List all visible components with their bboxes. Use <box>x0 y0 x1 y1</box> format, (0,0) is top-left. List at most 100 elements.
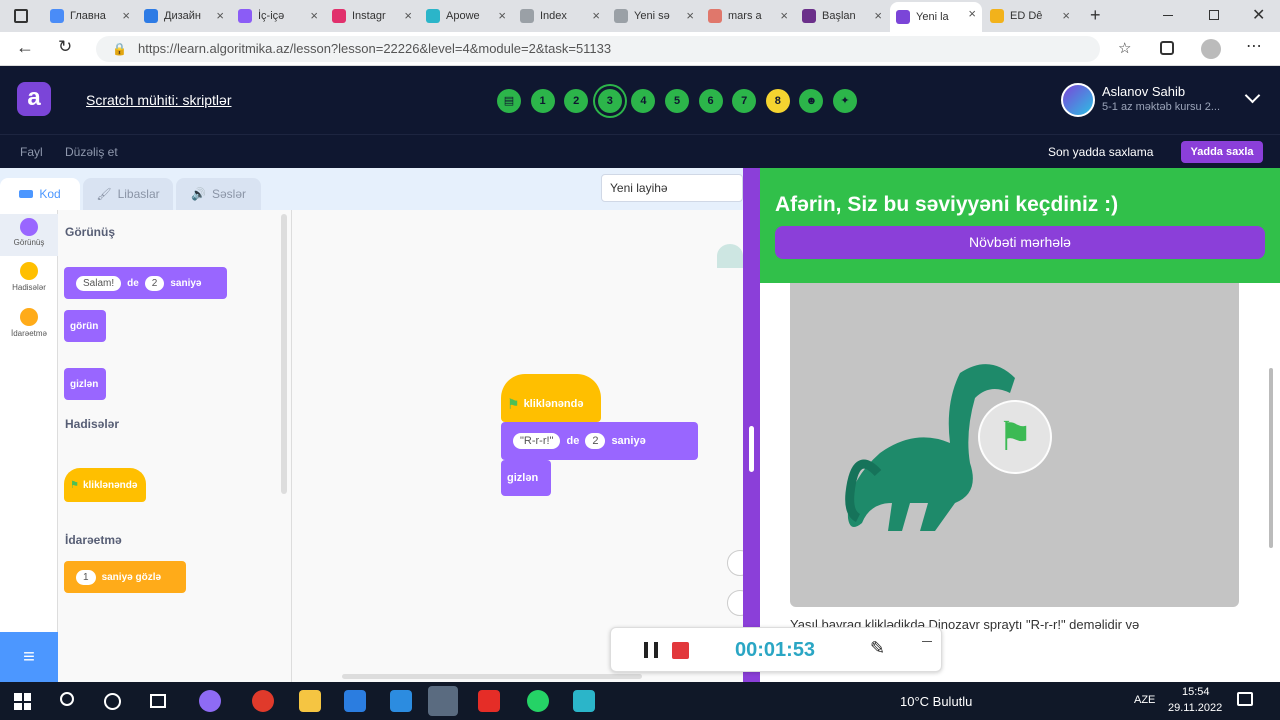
tab-code[interactable]: Kod <box>0 178 80 210</box>
collections-icon[interactable] <box>1160 41 1174 55</box>
user-avatar[interactable] <box>1061 83 1095 117</box>
menu-edit[interactable]: Düzəliş et <box>65 145 118 159</box>
palette-scrollbar[interactable] <box>281 214 287 494</box>
tab-close-icon[interactable]: × <box>686 8 694 23</box>
panel-divider[interactable] <box>743 168 760 682</box>
tab-close-icon[interactable]: × <box>592 8 600 23</box>
flag-clicked-block[interactable]: ⚑ kliklənəndə <box>64 468 146 502</box>
lesson-step-5[interactable]: 5 <box>665 89 689 113</box>
minimize-recorder-icon[interactable] <box>922 641 932 642</box>
tab-close-icon[interactable]: × <box>404 8 412 23</box>
browser-tab[interactable]: ED Dê × <box>984 4 1076 28</box>
lesson-step-1[interactable]: 1 <box>530 89 555 113</box>
browser-tab[interactable]: Başlan × <box>796 4 888 28</box>
user-app-icon[interactable] <box>428 686 458 716</box>
new-tab-icon[interactable]: + <box>1090 5 1101 26</box>
clock-time[interactable]: 15:54 <box>1182 686 1210 698</box>
tab-actions-icon[interactable] <box>14 9 28 23</box>
category-looks[interactable]: Görünüş <box>0 214 58 256</box>
browser-tab[interactable]: Yeni sə × <box>608 4 700 28</box>
file-explorer-icon[interactable] <box>299 690 321 712</box>
project-name-input[interactable]: Yeni layihə <box>601 174 743 202</box>
tab-close-icon[interactable]: × <box>216 8 224 23</box>
script-say-secs-input[interactable]: 2 <box>585 433 606 449</box>
mail-icon[interactable] <box>390 690 412 712</box>
script-flag-clicked-block[interactable]: ⚑ kliklənəndə <box>501 374 601 422</box>
say-secs-input[interactable]: 2 <box>144 275 165 291</box>
category-events[interactable]: Hadisələr <box>0 260 58 302</box>
alice-app-icon[interactable] <box>199 690 221 712</box>
tab-close-icon[interactable]: × <box>1062 8 1070 23</box>
apowersoft-icon[interactable] <box>573 690 595 712</box>
tab-close-icon[interactable]: × <box>122 8 130 23</box>
green-flag-button[interactable]: ⚑ <box>978 400 1052 474</box>
tab-close-icon[interactable]: × <box>874 8 882 23</box>
browser-tab[interactable]: Дизайн × <box>138 4 230 28</box>
youtube-icon[interactable] <box>478 690 500 712</box>
tab-close-icon[interactable]: × <box>968 6 976 21</box>
divider-handle[interactable] <box>749 426 754 472</box>
lesson-step-doc[interactable]: ▤ <box>497 89 521 113</box>
script-say-text-input[interactable]: "R-r-r!" <box>513 433 561 449</box>
pen-icon[interactable]: ✎ <box>870 638 885 659</box>
whatsapp-icon[interactable] <box>527 690 549 712</box>
browser-tab[interactable]: Instagr × <box>326 4 418 28</box>
next-stage-button[interactable]: Növbəti mərhələ <box>775 226 1265 259</box>
start-icon[interactable] <box>14 693 31 710</box>
browser-tab[interactable]: mars a × <box>702 4 794 28</box>
lesson-step-8[interactable]: 8 <box>765 89 790 113</box>
tab-close-icon[interactable]: × <box>498 8 506 23</box>
workspace-scrollbar[interactable] <box>342 674 642 679</box>
lesson-step-7[interactable]: 7 <box>732 89 757 113</box>
tab-sounds[interactable]: 🔊 Səslər <box>176 178 261 210</box>
language-indicator[interactable]: AZE <box>1134 694 1155 706</box>
browser-tab[interactable]: Yeni la × <box>890 2 982 32</box>
panel-scrollbar[interactable] <box>1269 368 1273 548</box>
back-icon[interactable]: ← <box>16 37 34 58</box>
wait-secs-input[interactable]: 1 <box>76 569 96 585</box>
show-block[interactable]: görün <box>64 310 106 342</box>
tab-costumes[interactable]: 🖌 Libaslar <box>83 178 173 210</box>
stop-icon[interactable] <box>672 642 689 659</box>
store-icon[interactable] <box>344 690 366 712</box>
browser-tab[interactable]: Index × <box>514 4 606 28</box>
menu-file[interactable]: Fayl <box>20 145 43 159</box>
clock-date[interactable]: 29.11.2022 <box>1168 702 1222 714</box>
browser-tab[interactable]: Главна × <box>44 4 136 28</box>
task-view-icon[interactable] <box>150 694 166 708</box>
weather-text[interactable]: 10°C Bulutlu <box>900 694 972 709</box>
script-hide-block[interactable]: gizlən <box>501 460 551 496</box>
restore-icon[interactable] <box>1209 10 1219 20</box>
lesson-step-grid[interactable]: ✦ <box>833 89 857 113</box>
tab-close-icon[interactable]: × <box>780 8 788 23</box>
say-text-input[interactable]: Salam! <box>76 275 122 291</box>
pause-icon[interactable] <box>644 642 658 658</box>
browser-tab[interactable]: İç-içə × <box>232 4 324 28</box>
lesson-step-2[interactable]: 2 <box>564 89 589 113</box>
cortana-icon[interactable] <box>104 693 121 710</box>
tab-close-icon[interactable]: × <box>310 8 318 23</box>
profile-icon[interactable] <box>1201 39 1221 59</box>
browser-tab[interactable]: Apowe × <box>420 4 512 28</box>
reload-icon[interactable]: ↻ <box>58 37 72 57</box>
lesson-step-3[interactable]: 3 <box>597 89 622 113</box>
wait-block[interactable]: 1 saniyə gözlə <box>64 561 186 593</box>
close-window-icon[interactable]: ✕ <box>1252 5 1265 25</box>
search-icon[interactable] <box>60 692 74 706</box>
lesson-step-6[interactable]: 6 <box>698 89 723 113</box>
chevron-down-icon[interactable] <box>1244 87 1261 104</box>
yandex-browser-icon[interactable] <box>252 690 274 712</box>
script-say-block[interactable]: "R-r-r!" de 2 saniyə <box>501 422 698 460</box>
lesson-title[interactable]: Scratch mühiti: skriptlər <box>86 92 231 108</box>
more-icon[interactable]: ⋯ <box>1246 36 1262 56</box>
favorites-icon[interactable]: ☆ <box>1118 39 1131 57</box>
say-for-secs-block[interactable]: Salam! de 2 saniyə <box>64 267 227 299</box>
add-extension-button[interactable]: ≡ <box>0 632 58 682</box>
save-button[interactable]: Yadda saxla <box>1181 141 1263 163</box>
minimize-icon[interactable] <box>1163 15 1173 16</box>
url-field[interactable]: 🔒 https://learn.algoritmika.az/lesson?le… <box>96 36 1100 62</box>
logo[interactable]: a <box>17 82 51 116</box>
stage-preview[interactable]: ⚑ <box>790 283 1239 607</box>
hide-block[interactable]: gizlən <box>64 368 106 400</box>
category-control[interactable]: İdarəetmə <box>0 306 58 348</box>
